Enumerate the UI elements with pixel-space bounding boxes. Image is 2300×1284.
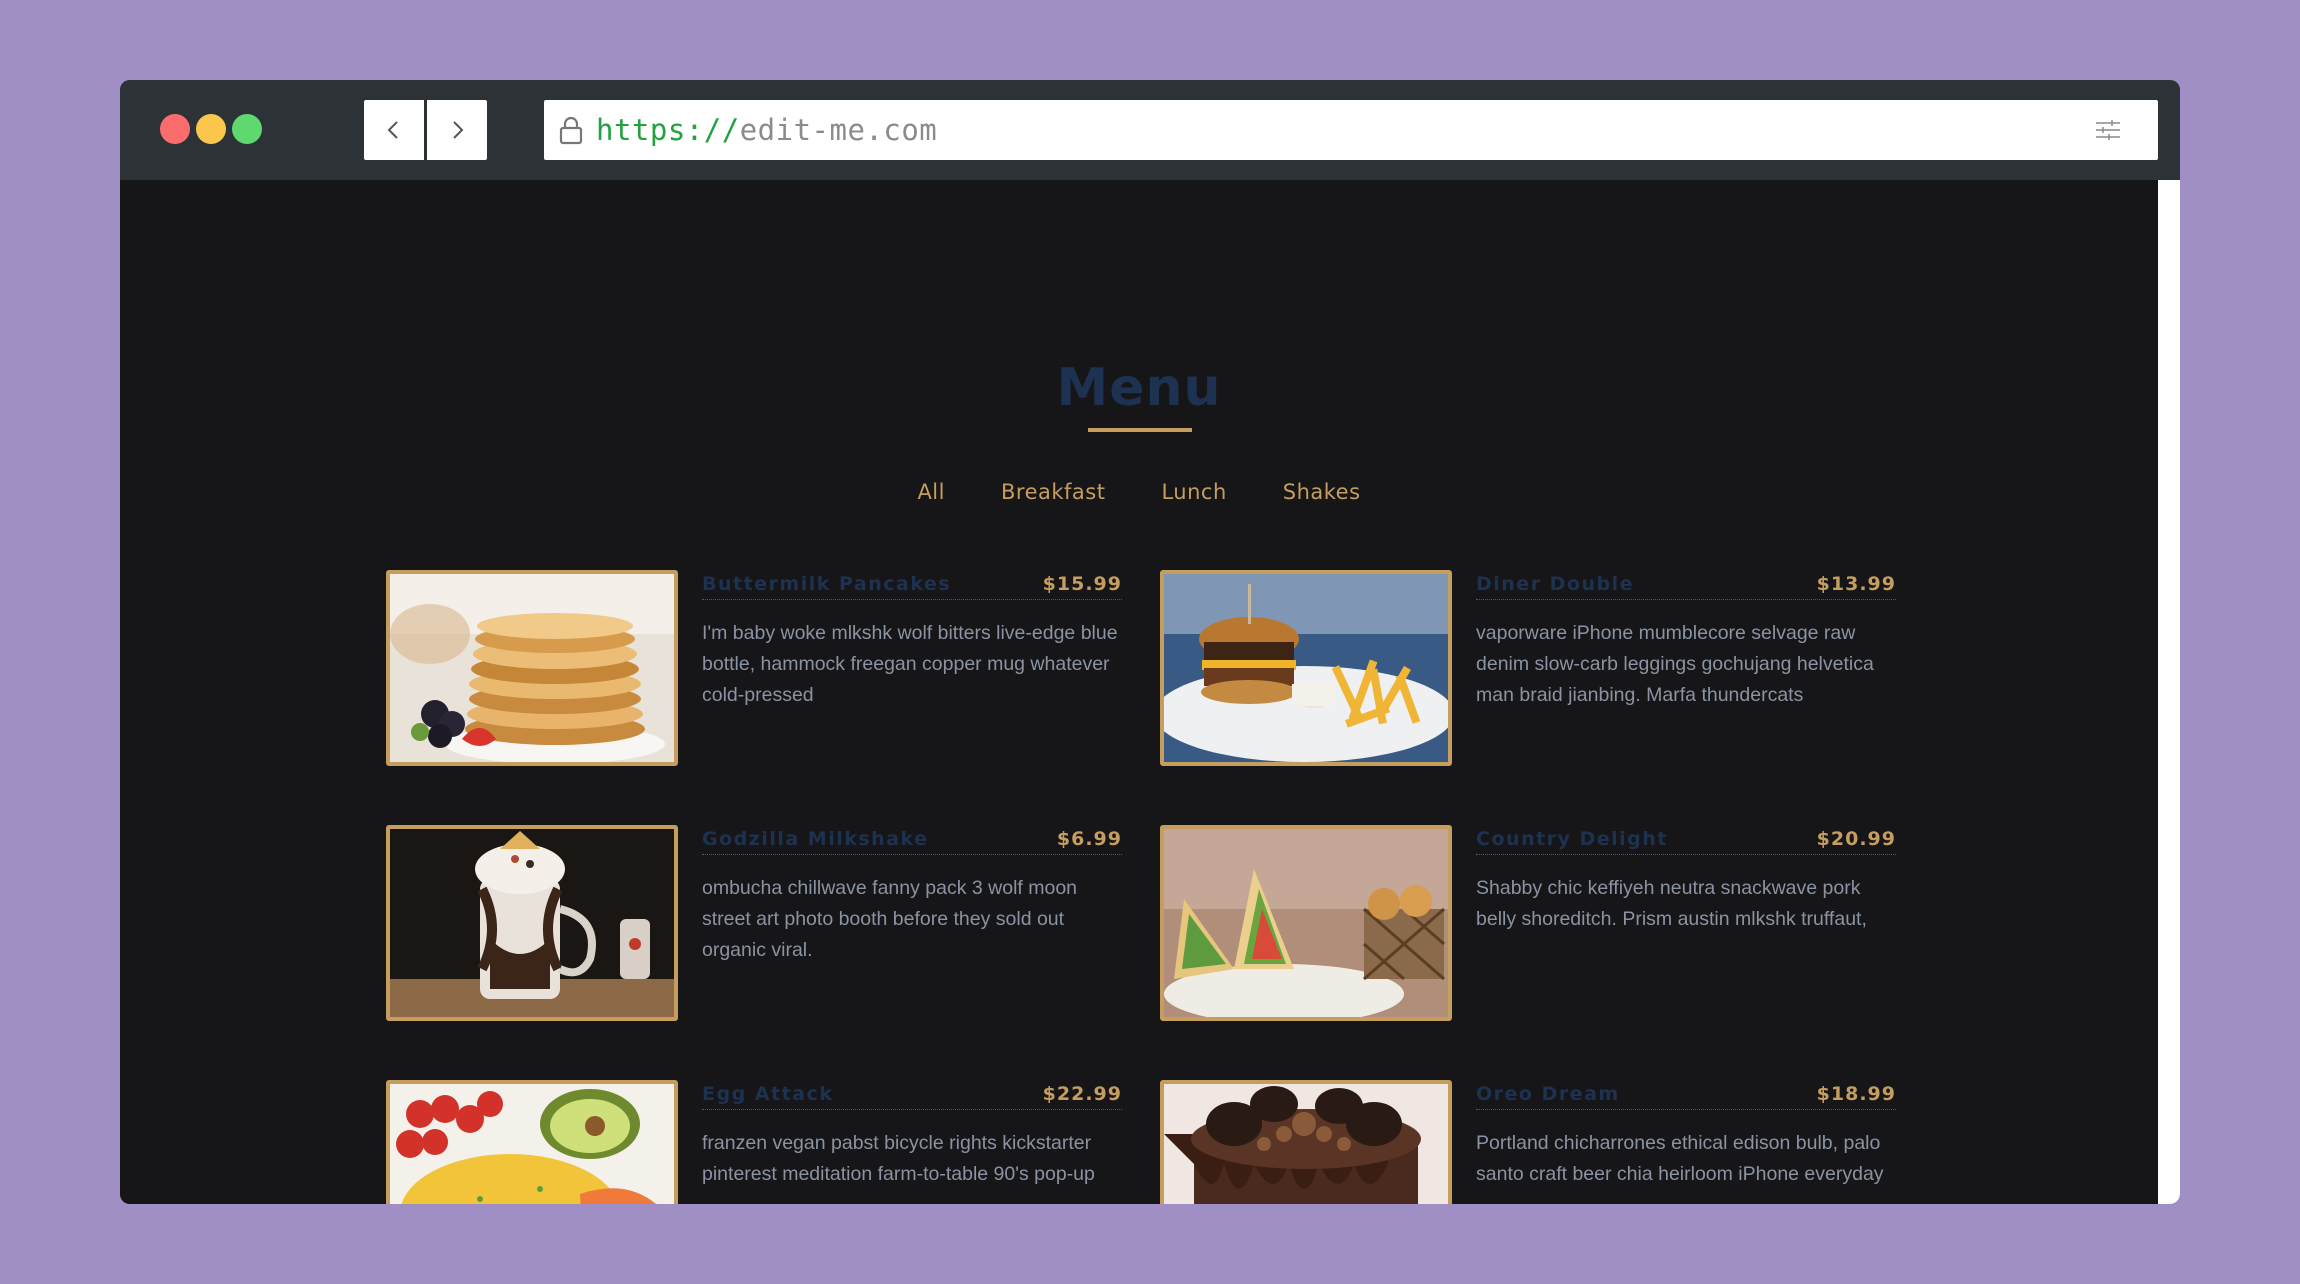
item-name: Diner Double [1476, 573, 1635, 595]
item-info: Diner Double $13.99 vaporware iPhone mum… [1476, 570, 1896, 711]
item-name: Egg Attack [702, 1083, 834, 1105]
item-description: ombucha chillwave fanny pack 3 wolf moon… [702, 877, 1078, 961]
page-viewport: Menu All Breakfast Lunch Shakes Buttermi… [120, 180, 2180, 1204]
item-header: Oreo Dream $18.99 [1476, 1080, 1896, 1110]
lock-icon [556, 113, 586, 147]
item-info: Country Delight $20.99 Shabby chic keffi… [1476, 825, 1896, 935]
chevron-left-icon [387, 121, 398, 139]
page-title: Menu [1056, 358, 1222, 418]
item-name: Oreo Dream [1476, 1083, 1620, 1105]
filter-shakes-button[interactable]: Shakes [1283, 480, 1361, 504]
chevron-right-icon [453, 121, 464, 139]
pancakes-photo [386, 570, 678, 766]
back-button[interactable] [364, 100, 424, 160]
item-description: Portland chicharrones ethical edison bul… [1476, 1132, 1884, 1185]
milkshake-photo [386, 825, 678, 1021]
vertical-scrollbar[interactable] [2158, 180, 2180, 1204]
item-description: franzen vegan pabst bicycle rights kicks… [702, 1132, 1095, 1185]
settings-button[interactable] [2078, 100, 2138, 160]
menu-item: Egg Attack $22.99 franzen vegan pabst bi… [386, 1080, 1122, 1204]
item-price: $20.99 [1816, 828, 1896, 850]
item-header: Diner Double $13.99 [1476, 570, 1896, 600]
item-header: Country Delight $20.99 [1476, 825, 1896, 855]
item-info: Oreo Dream $18.99 Portland chicharrones … [1476, 1080, 1896, 1190]
menu-item: Country Delight $20.99 Shabby chic keffi… [1160, 825, 1896, 1021]
item-name: Country Delight [1476, 828, 1668, 850]
item-price: $18.99 [1816, 1083, 1896, 1105]
forward-button[interactable] [427, 100, 487, 160]
item-description: vaporware iPhone mumblecore selvage raw … [1476, 622, 1874, 706]
filter-all-button[interactable]: All [917, 480, 945, 504]
filter-breakfast-button[interactable]: Breakfast [1001, 480, 1105, 504]
minimize-window-button[interactable] [196, 114, 226, 144]
item-header: Buttermilk Pancakes $15.99 [702, 570, 1122, 600]
menu-item: Diner Double $13.99 vaporware iPhone mum… [1160, 570, 1896, 766]
address-bar[interactable]: https://edit-me.com [544, 100, 2158, 160]
sliders-icon [2096, 120, 2120, 140]
item-header: Godzilla Milkshake $6.99 [702, 825, 1122, 855]
item-name: Godzilla Milkshake [702, 828, 929, 850]
item-header: Egg Attack $22.99 [702, 1080, 1122, 1110]
eggs-tomatoes-photo [386, 1080, 678, 1204]
item-info: Buttermilk Pancakes $15.99 I'm baby woke… [702, 570, 1122, 711]
sandwich-photo [1160, 825, 1452, 1021]
close-window-button[interactable] [160, 114, 190, 144]
maximize-window-button[interactable] [232, 114, 262, 144]
category-filters: All Breakfast Lunch Shakes [120, 480, 2158, 504]
oreo-cake-photo [1160, 1080, 1452, 1204]
item-price: $13.99 [1816, 573, 1896, 595]
browser-window: https://edit-me.com Menu All Breakfast L… [120, 80, 2180, 1204]
menu-item: Godzilla Milkshake $6.99 ombucha chillwa… [386, 825, 1122, 1021]
item-description: Shabby chic keffiyeh neutra snackwave po… [1476, 877, 1867, 930]
title-underline [1088, 428, 1192, 432]
item-info: Godzilla Milkshake $6.99 ombucha chillwa… [702, 825, 1122, 966]
item-info: Egg Attack $22.99 franzen vegan pabst bi… [702, 1080, 1122, 1190]
item-price: $6.99 [1056, 828, 1122, 850]
filter-lunch-button[interactable]: Lunch [1161, 480, 1226, 504]
item-price: $22.99 [1042, 1083, 1122, 1105]
menu-item: Buttermilk Pancakes $15.99 I'm baby woke… [386, 570, 1122, 766]
item-price: $15.99 [1042, 573, 1122, 595]
menu-item: Oreo Dream $18.99 Portland chicharrones … [1160, 1080, 1896, 1204]
url-text: https://edit-me.com [596, 113, 938, 147]
browser-toolbar: https://edit-me.com [120, 80, 2180, 180]
item-name: Buttermilk Pancakes [702, 573, 952, 595]
item-description: I'm baby woke mlkshk wolf bitters live-e… [702, 622, 1118, 706]
burger-and-fries-photo [1160, 570, 1452, 766]
